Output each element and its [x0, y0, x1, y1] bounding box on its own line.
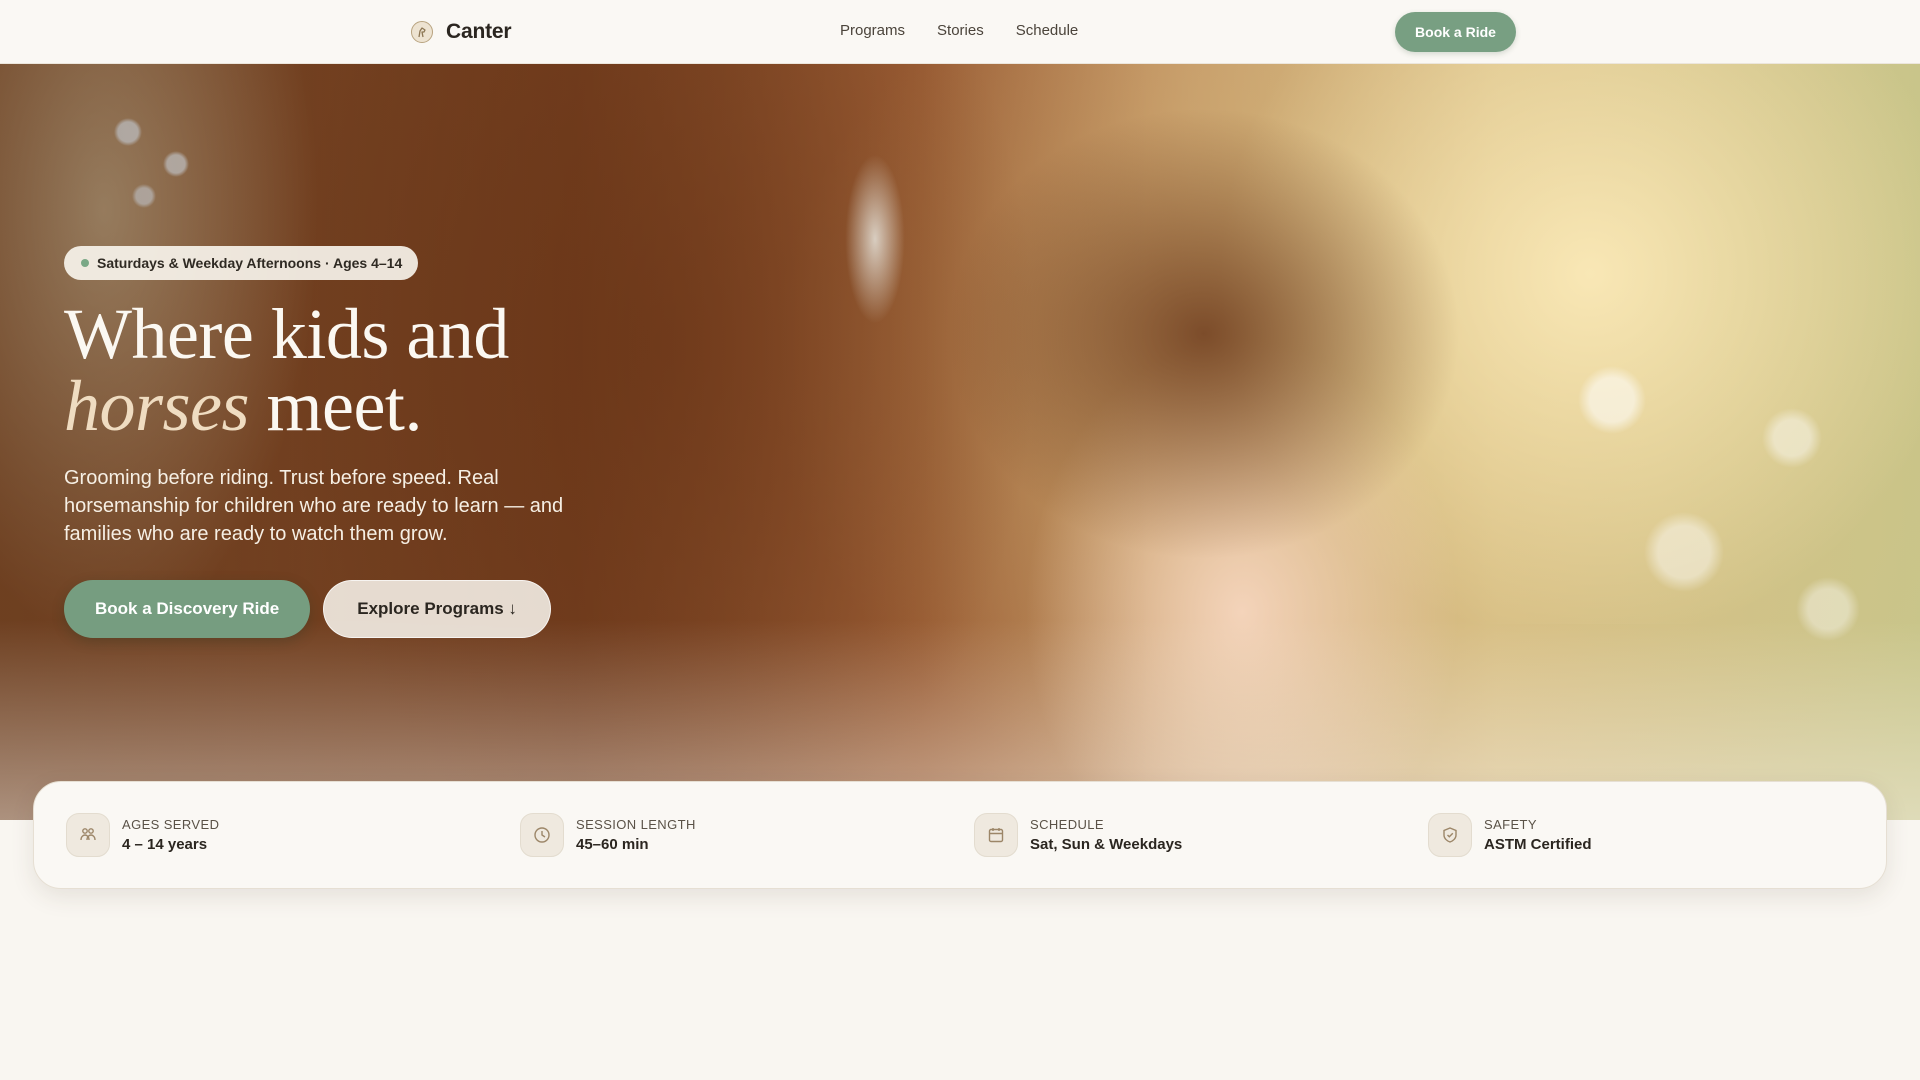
explore-programs-button[interactable]: Explore Programs ↓: [323, 580, 551, 638]
stat-label: AGES SERVED: [122, 817, 220, 832]
stats-bar: AGES SERVED 4 – 14 years SESSION LENGTH …: [33, 781, 1887, 889]
hero-headline: Where kids and horses meet.: [64, 298, 684, 442]
nav-stories[interactable]: Stories: [937, 22, 984, 39]
stat-label: SESSION LENGTH: [576, 817, 696, 832]
schedule-badge-text: Saturdays & Weekday Afternoons · Ages 4–…: [97, 255, 403, 271]
stat-safety: SAFETY ASTM Certified: [1428, 813, 1882, 857]
brand-name: Canter: [446, 20, 512, 43]
schedule-badge: Saturdays & Weekday Afternoons · Ages 4–…: [64, 246, 419, 280]
status-dot-icon: [81, 259, 89, 267]
headline-line-2: meet.: [249, 366, 423, 446]
nav-programs[interactable]: Programs: [840, 22, 905, 39]
stat-value: 4 – 14 years: [122, 836, 208, 853]
hero-cta-row: Book a Discovery Ride Explore Programs ↓: [64, 580, 684, 638]
shield-check-icon: [1428, 813, 1472, 857]
horse-logo-icon: [411, 21, 433, 43]
hero-subcopy: Grooming before riding. Trust before spe…: [64, 467, 564, 545]
stat-ages: AGES SERVED 4 – 14 years: [66, 813, 520, 857]
book-discovery-ride-button[interactable]: Book a Discovery Ride: [64, 580, 311, 638]
stat-value: Sat, Sun & Weekdays: [1030, 836, 1183, 853]
main-nav: Programs Stories Schedule: [840, 22, 1078, 39]
hero-content: Saturdays & Weekday Afternoons · Ages 4–…: [64, 246, 684, 638]
nav-schedule[interactable]: Schedule: [1016, 22, 1079, 39]
headline-line-1: Where kids and: [64, 294, 509, 374]
headline-emphasis: horses: [64, 366, 250, 446]
clock-icon: [520, 813, 564, 857]
stat-label: SAFETY: [1484, 817, 1537, 832]
calendar-icon: [974, 813, 1018, 857]
children-icon: [66, 813, 110, 857]
book-ride-button[interactable]: Book a Ride: [1395, 12, 1516, 52]
stat-session-length: SESSION LENGTH 45–60 min: [520, 813, 974, 857]
hero-section: Saturdays & Weekday Afternoons · Ages 4–…: [0, 64, 1920, 820]
site-header: Canter Programs Stories Schedule Book a …: [0, 0, 1920, 64]
stat-value: ASTM Certified: [1484, 836, 1592, 853]
stat-schedule: SCHEDULE Sat, Sun & Weekdays: [974, 813, 1428, 857]
stat-label: SCHEDULE: [1030, 817, 1104, 832]
stat-value: 45–60 min: [576, 836, 649, 853]
brand-link[interactable]: Canter: [411, 20, 512, 44]
